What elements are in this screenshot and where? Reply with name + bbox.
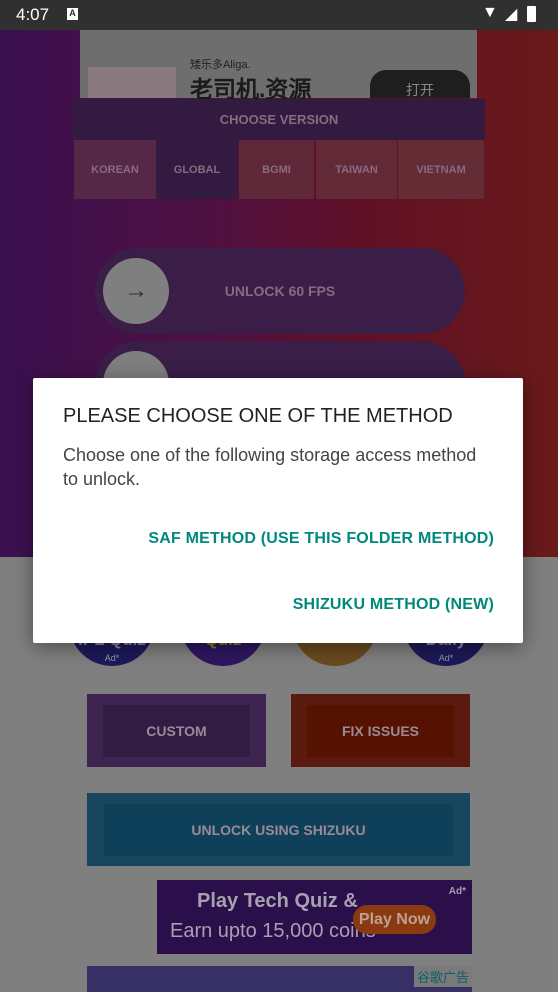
version-global[interactable]: GLOBAL xyxy=(156,140,238,199)
custom-label: CUSTOM xyxy=(103,704,250,757)
ad-badge: Ad* xyxy=(104,653,120,663)
saf-method-button[interactable]: SAF METHOD (USE THIS FOLDER METHOD) xyxy=(148,530,494,548)
unlock-60fps-label: UNLOCK 60 FPS xyxy=(224,283,336,299)
fix-issues-label: FIX ISSUES xyxy=(307,704,454,757)
ad-label: 谷歌广告 xyxy=(413,966,472,987)
battery-charging-icon xyxy=(527,6,536,22)
ad-open-button[interactable]: 打开 xyxy=(370,70,470,98)
ad-image xyxy=(88,67,176,98)
status-bar: 4:07 A ▼ ◢ xyxy=(0,0,558,30)
banner-line2: Earn upto 15,000 coins xyxy=(170,920,376,942)
clock: 4:07 xyxy=(16,5,50,24)
banner-line1: Play Tech Quiz & xyxy=(197,890,358,912)
shizuku-method-button[interactable]: SHIZUKU METHOD (NEW) xyxy=(293,596,494,614)
method-dialog: PLEASE CHOOSE ONE OF THE METHOD Choose o… xyxy=(33,378,523,643)
wifi-icon: ▼ xyxy=(482,4,498,21)
play-now-button[interactable]: Play Now xyxy=(353,905,436,934)
fix-issues-button[interactable]: FIX ISSUES xyxy=(291,694,470,767)
a-icon: A xyxy=(67,8,78,20)
unlock-shizuku-label: UNLOCK USING SHIZUKU xyxy=(104,803,453,856)
custom-button[interactable]: CUSTOM xyxy=(87,694,266,767)
unlock-shizuku-button[interactable]: UNLOCK USING SHIZUKU xyxy=(87,793,470,866)
choose-version-header: CHOOSE VERSION xyxy=(73,99,485,140)
version-taiwan[interactable]: TAIWAN xyxy=(316,140,397,199)
brain-icon xyxy=(87,880,157,954)
top-ad[interactable]: 矮乐多Aliga. 老司机.资源 打开 xyxy=(80,30,477,102)
dialog-title: PLEASE CHOOSE ONE OF THE METHOD xyxy=(63,405,453,427)
banner-ad[interactable]: Play Tech Quiz & Earn upto 15,000 coins … xyxy=(87,880,472,954)
version-korean[interactable]: KOREAN xyxy=(74,140,156,199)
dialog-message: Choose one of the following storage acce… xyxy=(63,445,477,489)
ad-badge: Ad* xyxy=(438,653,454,663)
version-vietnam[interactable]: VIETNAM xyxy=(398,140,484,199)
version-bgmi[interactable]: BGMI xyxy=(239,140,314,199)
signal-icon: ◢ xyxy=(505,6,518,23)
unlock-60fps-button[interactable]: → UNLOCK 60 FPS xyxy=(95,248,465,334)
ad-badge: Ad* xyxy=(448,886,466,897)
bottom-ad[interactable]: 谷歌广告 xyxy=(87,966,472,992)
